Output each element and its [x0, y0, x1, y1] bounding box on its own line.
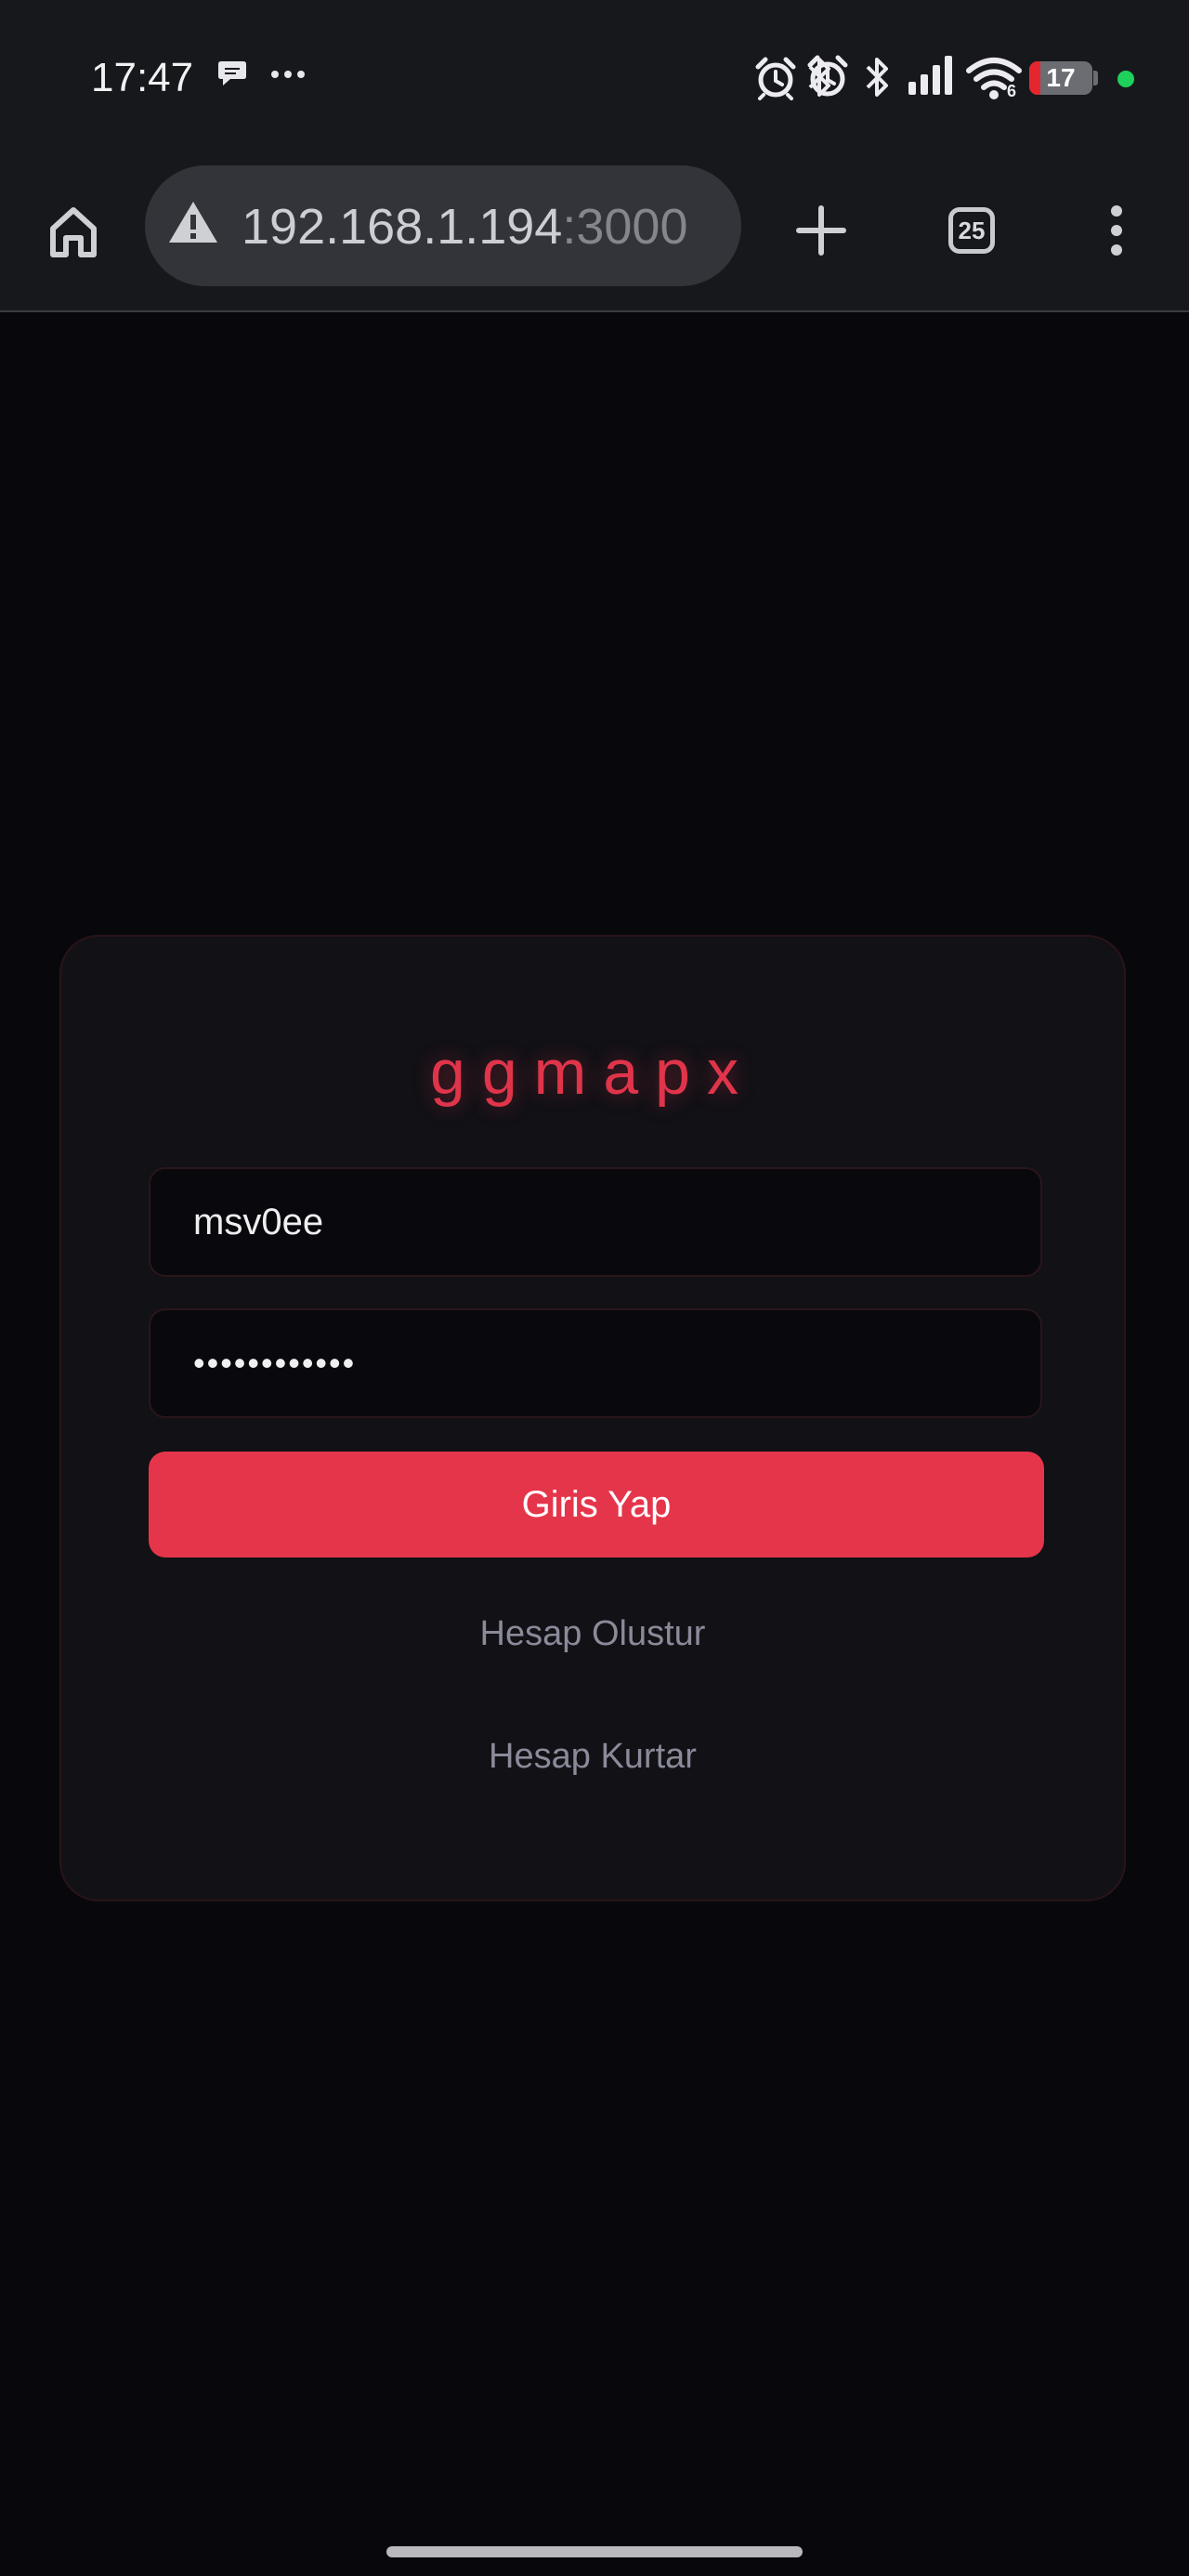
tabs-icon: 25	[948, 207, 995, 254]
battery-group: 17	[929, 52, 1189, 108]
login-button[interactable]: Giris Yap	[149, 1452, 1044, 1557]
address-bar[interactable]: 192.168.1.194:3000	[145, 165, 741, 286]
login-card: ggmapx Giris Yap Hesap Olustur Hesap Kur…	[59, 935, 1126, 1901]
alarm-icon	[754, 56, 797, 105]
browser-menu-button[interactable]	[1076, 190, 1157, 271]
plus-icon	[796, 205, 846, 256]
privacy-indicator-dot	[1117, 71, 1134, 87]
status-left-icons	[216, 58, 307, 94]
tab-count: 25	[958, 216, 986, 244]
web-page: ggmapx Giris Yap Hesap Olustur Hesap Kur…	[0, 312, 1189, 2576]
menu-icon	[1111, 205, 1122, 256]
warning-icon[interactable]	[167, 199, 219, 250]
bluetooth-icon-placed	[864, 54, 892, 105]
url-host: 192.168.1.194	[242, 199, 563, 255]
alarm-icon-placed	[806, 54, 849, 105]
gesture-navigation-bar[interactable]	[386, 2546, 803, 2557]
brand-title: ggmapx	[430, 1037, 755, 1108]
battery-level: 17	[1046, 63, 1076, 92]
home-icon	[50, 207, 97, 257]
recover-account-link[interactable]: Hesap Kurtar	[61, 1736, 1124, 1777]
chat-bubble-icon	[216, 58, 249, 94]
password-input[interactable]	[149, 1308, 1042, 1418]
battery-icon: 17	[1029, 61, 1092, 95]
url-text[interactable]: 192.168.1.194:3000	[242, 201, 687, 253]
create-account-link[interactable]: Hesap Olustur	[61, 1613, 1124, 1654]
url-port: :3000	[562, 199, 688, 255]
username-input[interactable]	[149, 1167, 1042, 1277]
status-bar: 17:47 6 17	[0, 0, 1189, 149]
tab-switcher-button[interactable]: 25	[931, 190, 1013, 271]
browser-toolbar: 192.168.1.194:3000 25	[0, 149, 1189, 312]
more-dots-icon	[269, 68, 307, 85]
home-button[interactable]	[37, 195, 110, 268]
status-time: 17:47	[91, 55, 194, 100]
new-tab-button[interactable]	[780, 190, 862, 271]
